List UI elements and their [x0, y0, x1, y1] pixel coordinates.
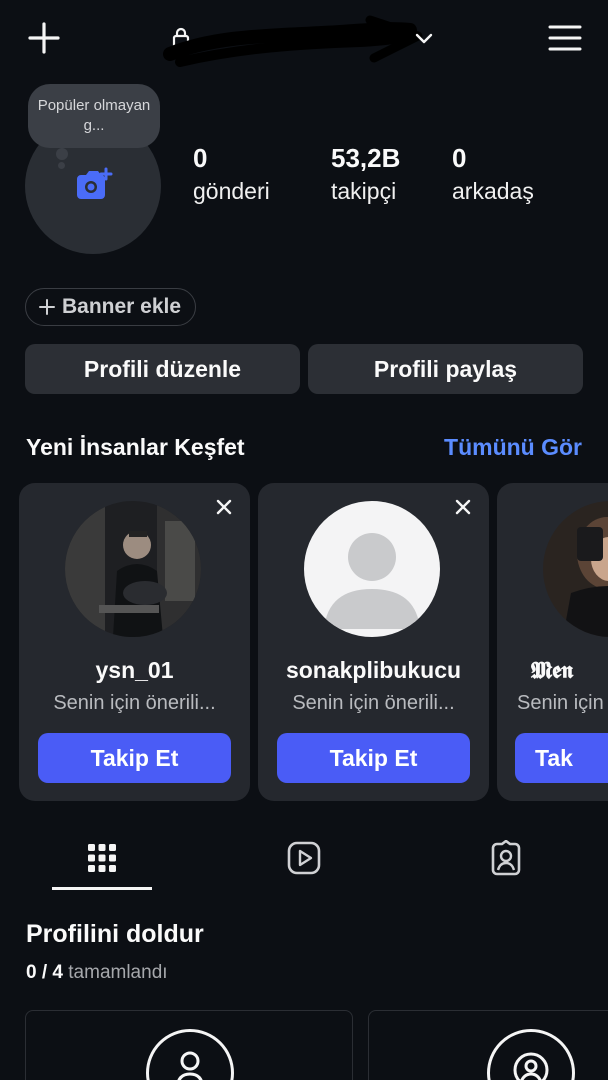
profile-person-icon: [146, 1029, 234, 1080]
suggestion-username: sonakplibukucu: [285, 657, 462, 683]
add-banner-label: Banner ekle: [62, 295, 182, 318]
complete-profile-progress: 0 / 4 tamamlandı: [26, 962, 168, 984]
stat-followers-value: 53,2B: [331, 143, 401, 173]
close-icon[interactable]: [451, 495, 475, 519]
stat-friends-value: 0: [452, 143, 467, 173]
stat-friends-label: arkadaş: [452, 178, 534, 204]
follow-button[interactable]: Takip Et: [277, 733, 470, 783]
stat-posts-label: gönderi: [193, 178, 270, 204]
edit-profile-button[interactable]: Profili düzenle: [25, 344, 300, 394]
note-bubble-tail-small: [58, 162, 65, 169]
suggestion-subtitle: Senin için önerili...: [292, 692, 455, 714]
redaction-scribble: [163, 15, 423, 67]
plus-small-icon: [38, 298, 56, 316]
suggestion-username: 𝕸𝖊𝖓: [531, 657, 574, 683]
suggestion-subtitle: Senin için önerili...: [53, 692, 216, 714]
plus-icon[interactable]: [24, 18, 64, 58]
stat-posts[interactable]: 0 gönderi: [193, 143, 270, 205]
suggestion-avatar[interactable]: [65, 501, 201, 637]
add-banner-button[interactable]: Banner ekle: [25, 288, 197, 326]
reels-icon[interactable]: [284, 838, 324, 878]
note-bubble[interactable]: Popüler olmayan g...: [28, 84, 160, 148]
complete-profile-title: Profilini doldur: [26, 920, 204, 948]
stat-followers-label: takipçi: [331, 178, 397, 204]
tagged-icon[interactable]: [486, 838, 526, 878]
grid-icon[interactable]: [82, 838, 122, 878]
progress-count: 0 / 4: [26, 962, 63, 983]
discover-title: Yeni İnsanlar Keşfet: [26, 434, 245, 460]
follow-button[interactable]: Takip Et: [38, 733, 231, 783]
complete-profile-card[interactable]: [25, 1010, 353, 1080]
see-all-link[interactable]: Tümünü Gör: [444, 434, 582, 461]
stat-posts-value: 0: [193, 143, 208, 173]
hamburger-icon[interactable]: [545, 18, 585, 58]
complete-profile-card[interactable]: [368, 1010, 608, 1080]
default-avatar-icon[interactable]: [304, 501, 440, 637]
share-profile-button[interactable]: Profili paylaş: [308, 344, 583, 394]
note-bubble-tail: [56, 148, 68, 160]
follow-button[interactable]: Tak: [515, 733, 608, 783]
stat-followers[interactable]: 53,2B takipçi: [331, 143, 400, 205]
progress-label: tamamlandı: [68, 962, 168, 983]
add-photo-icon[interactable]: [73, 167, 113, 205]
target-icon: [487, 1029, 575, 1080]
suggestion-subtitle: Senin için: [517, 692, 604, 714]
suggestion-card[interactable]: 𝕸𝖊𝖓 Senin için Tak: [497, 483, 608, 801]
suggestion-card[interactable]: sonakplibukucu Senin için önerili... Tak…: [258, 483, 489, 801]
active-tab-indicator: [52, 887, 152, 890]
suggestion-card[interactable]: ysn_01 Senin için önerili... Takip Et: [19, 483, 250, 801]
chevron-down-icon[interactable]: [414, 28, 434, 48]
close-icon[interactable]: [212, 495, 236, 519]
suggestion-username: ysn_01: [95, 657, 174, 683]
suggestion-avatar[interactable]: [543, 501, 608, 637]
stat-friends[interactable]: 0 arkadaş: [452, 143, 534, 205]
